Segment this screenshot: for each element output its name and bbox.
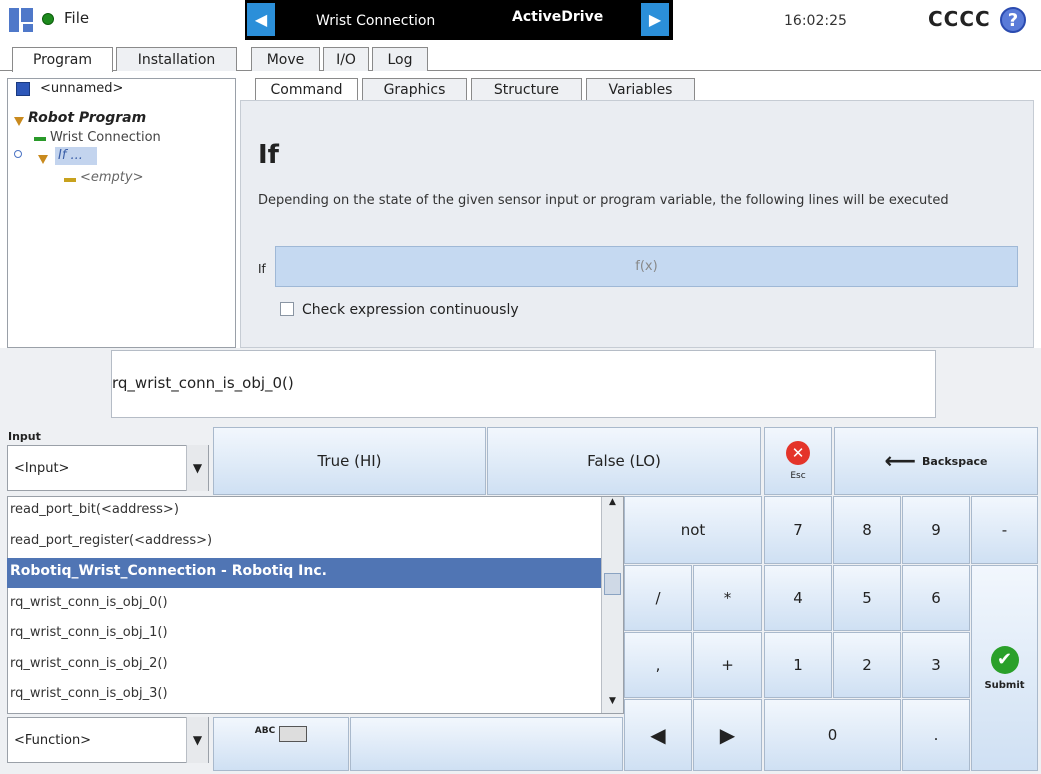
backspace-label: Backspace (922, 454, 988, 468)
list-item[interactable]: rq_wrist_conn_is_obj_2() (10, 656, 168, 671)
if-field-label: If (258, 262, 266, 276)
check-icon: ✔ (990, 645, 1019, 674)
tab-variables[interactable]: Variables (586, 78, 695, 100)
tab-move[interactable]: Move (251, 47, 320, 71)
program-file-name: <unnamed> (40, 81, 124, 96)
tab-io[interactable]: I/O (323, 47, 369, 71)
list-item[interactable]: read_port_register(<address>) (10, 533, 212, 548)
command-tab-bar: Command Graphics Structure Variables (245, 78, 1041, 100)
save-icon[interactable] (16, 82, 30, 96)
top-bar: File ◀ Wrist Connection ActiveDrive ▶ 16… (0, 0, 1041, 40)
tab-installation[interactable]: Installation (116, 47, 237, 71)
expression-field[interactable]: f(x) (275, 246, 1018, 287)
keypad-blank-button[interactable] (350, 717, 623, 771)
tab-program[interactable]: Program (12, 47, 113, 72)
list-item[interactable]: read_port_bit(<address>) (10, 502, 179, 517)
if-collapse-icon[interactable] (38, 152, 48, 164)
key-1[interactable]: 1 (764, 632, 832, 698)
command-description: Depending on the state of the given sens… (258, 193, 949, 208)
tree-root-label[interactable]: Robot Program (28, 110, 146, 126)
chevron-down-icon: ▼ (186, 445, 208, 491)
main-tab-bar: Program Installation Move I/O Log (0, 47, 1041, 72)
nav-node-title: Wrist Connection (316, 13, 436, 29)
chevron-down-icon: ▼ (186, 717, 208, 763)
key-8[interactable]: 8 (833, 496, 901, 564)
empty-node-icon (64, 178, 76, 182)
tab-command[interactable]: Command (255, 78, 358, 100)
cursor-right-button[interactable]: ▶ (693, 699, 762, 771)
not-button[interactable]: not (624, 496, 762, 564)
list-item[interactable]: rq_wrist_conn_is_obj_0() (10, 595, 168, 610)
collapse-triangle-icon[interactable] (14, 114, 24, 126)
key-multiply[interactable]: * (693, 565, 762, 631)
list-item[interactable]: rq_wrist_conn_is_obj_1() (10, 625, 168, 640)
next-node-button[interactable]: ▶ (641, 3, 669, 36)
arrow-right-icon: ▶ (648, 10, 662, 29)
key-minus[interactable]: - (971, 496, 1038, 564)
clock: 16:02:25 (784, 13, 847, 29)
help-icon[interactable]: ? (1000, 7, 1026, 33)
key-7[interactable]: 7 (764, 496, 832, 564)
tree-item-empty[interactable]: <empty> (80, 170, 144, 185)
key-dot[interactable]: . (902, 699, 970, 771)
tab-graphics[interactable]: Graphics (362, 78, 467, 100)
key-3[interactable]: 3 (902, 632, 970, 698)
expression-text: rq_wrist_conn_is_obj_0() (112, 374, 294, 392)
cursor-left-button[interactable]: ◀ (624, 699, 692, 771)
true-button[interactable]: True (HI) (213, 427, 486, 495)
tab-log[interactable]: Log (372, 47, 428, 71)
program-nav-strip (245, 0, 673, 40)
activedrive-label[interactable]: ActiveDrive (512, 9, 603, 25)
key-comma[interactable]: , (624, 632, 692, 698)
key-2[interactable]: 2 (833, 632, 901, 698)
continuous-check-checkbox[interactable] (280, 302, 294, 316)
arrow-left-icon: ⟵ (884, 448, 917, 474)
abc-label: ABC (254, 726, 276, 736)
key-4[interactable]: 4 (764, 565, 832, 631)
tab-structure[interactable]: Structure (471, 78, 582, 100)
key-6[interactable]: 6 (902, 565, 970, 631)
function-select[interactable]: <Function> ▼ (7, 717, 209, 763)
tree-item-wrist[interactable]: Wrist Connection (50, 130, 161, 145)
tree-item-if-label: If ... (58, 148, 83, 163)
list-scrollbar[interactable]: ▲ ▼ (601, 497, 623, 713)
key-0[interactable]: 0 (764, 699, 901, 771)
input-caption: Input (8, 430, 41, 443)
submit-button[interactable]: ✔ Submit (971, 565, 1038, 771)
backspace-button[interactable]: ⟵ Backspace (834, 427, 1038, 495)
key-9[interactable]: 9 (902, 496, 970, 564)
keyboard-button[interactable]: ABC (213, 717, 349, 771)
wrist-node-icon (34, 137, 46, 141)
prev-node-button[interactable]: ◀ (247, 3, 275, 36)
input-select[interactable]: <Input> ▼ (7, 445, 209, 491)
key-plus[interactable]: + (693, 632, 762, 698)
continuous-check-label: Check expression continuously (302, 302, 519, 318)
list-item[interactable]: rq_wrist_conn_is_obj_3() (10, 686, 168, 701)
key-5[interactable]: 5 (833, 565, 901, 631)
status-dot-icon (42, 13, 54, 25)
arrow-left-icon: ◀ (254, 10, 268, 29)
false-button[interactable]: False (LO) (487, 427, 761, 495)
submit-label: Submit (984, 679, 1025, 691)
function-select-value: <Function> (14, 733, 92, 748)
key-divide[interactable]: / (624, 565, 692, 631)
tree-item-if-selected[interactable]: If ... (55, 147, 97, 165)
close-icon: ✕ (786, 441, 810, 465)
file-menu[interactable]: File (64, 9, 89, 27)
esc-label: Esc (790, 471, 806, 481)
robot-name: CCCC (928, 7, 991, 31)
ur-logo-icon (8, 7, 34, 33)
esc-button[interactable]: ✕ Esc (764, 427, 832, 495)
scroll-thumb[interactable] (604, 573, 621, 595)
breakpoint-icon (14, 150, 22, 158)
page-title: If (258, 140, 279, 170)
list-item-selected-label: Robotiq_Wrist_Connection - Robotiq Inc. (10, 563, 327, 579)
keyboard-icon (279, 726, 308, 742)
input-select-value: <Input> (14, 461, 70, 476)
scroll-down-icon[interactable]: ▼ (602, 696, 623, 712)
scroll-up-icon[interactable]: ▲ (602, 497, 623, 513)
